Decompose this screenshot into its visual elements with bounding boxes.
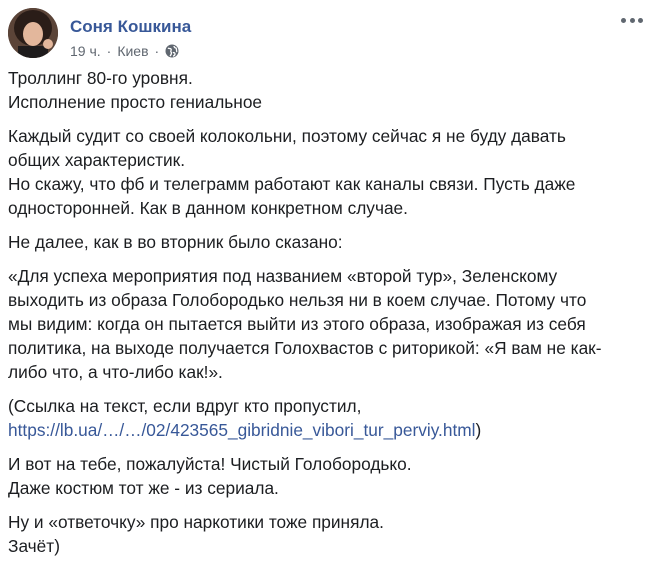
more-options-icon[interactable]	[621, 14, 643, 26]
author-name-link[interactable]: Соня Кошкина	[70, 17, 191, 37]
paragraph: Каждый судит со своей колокольни, поэтом…	[8, 126, 576, 218]
post-time-link[interactable]: 19 ч.	[70, 43, 101, 59]
paragraph-text: (Ссылка на текст, если вдруг кто пропуст…	[8, 396, 362, 416]
paragraph: Не далее, как в во вторник было сказано:	[8, 232, 343, 252]
meta-separator: ·	[106, 43, 112, 59]
post-meta: 19 ч. · Киев ·	[70, 43, 179, 59]
paragraph: И вот на тебе, пожалуйста! Чистый Голобо…	[8, 454, 412, 498]
facebook-post: Соня Кошкина 19 ч. · Киев · Троллинг 80-…	[0, 0, 657, 574]
post-header: Соня Кошкина 19 ч. · Киев ·	[8, 8, 647, 60]
globe-icon[interactable]	[165, 44, 179, 58]
article-link[interactable]: https://lb.ua/…/…/02/423565_gibridnie_vi…	[8, 420, 476, 440]
paragraph-with-link: (Ссылка на текст, если вдруг кто пропуст…	[8, 394, 648, 442]
paragraph: Троллинг 80-го уровня. Исполнение просто…	[8, 68, 263, 112]
avatar[interactable]	[8, 8, 58, 58]
avatar-image	[8, 8, 58, 58]
paragraph: Ну и «ответочку» про наркотики тоже прин…	[8, 512, 384, 556]
post-location-link[interactable]: Киев	[117, 43, 148, 59]
meta-separator: ·	[154, 43, 160, 59]
paragraph: «Для успеха мероприятия под названием «в…	[8, 266, 602, 382]
paragraph-text: )	[475, 420, 482, 440]
post-body: Троллинг 80-го уровня. Исполнение просто…	[8, 66, 648, 568]
